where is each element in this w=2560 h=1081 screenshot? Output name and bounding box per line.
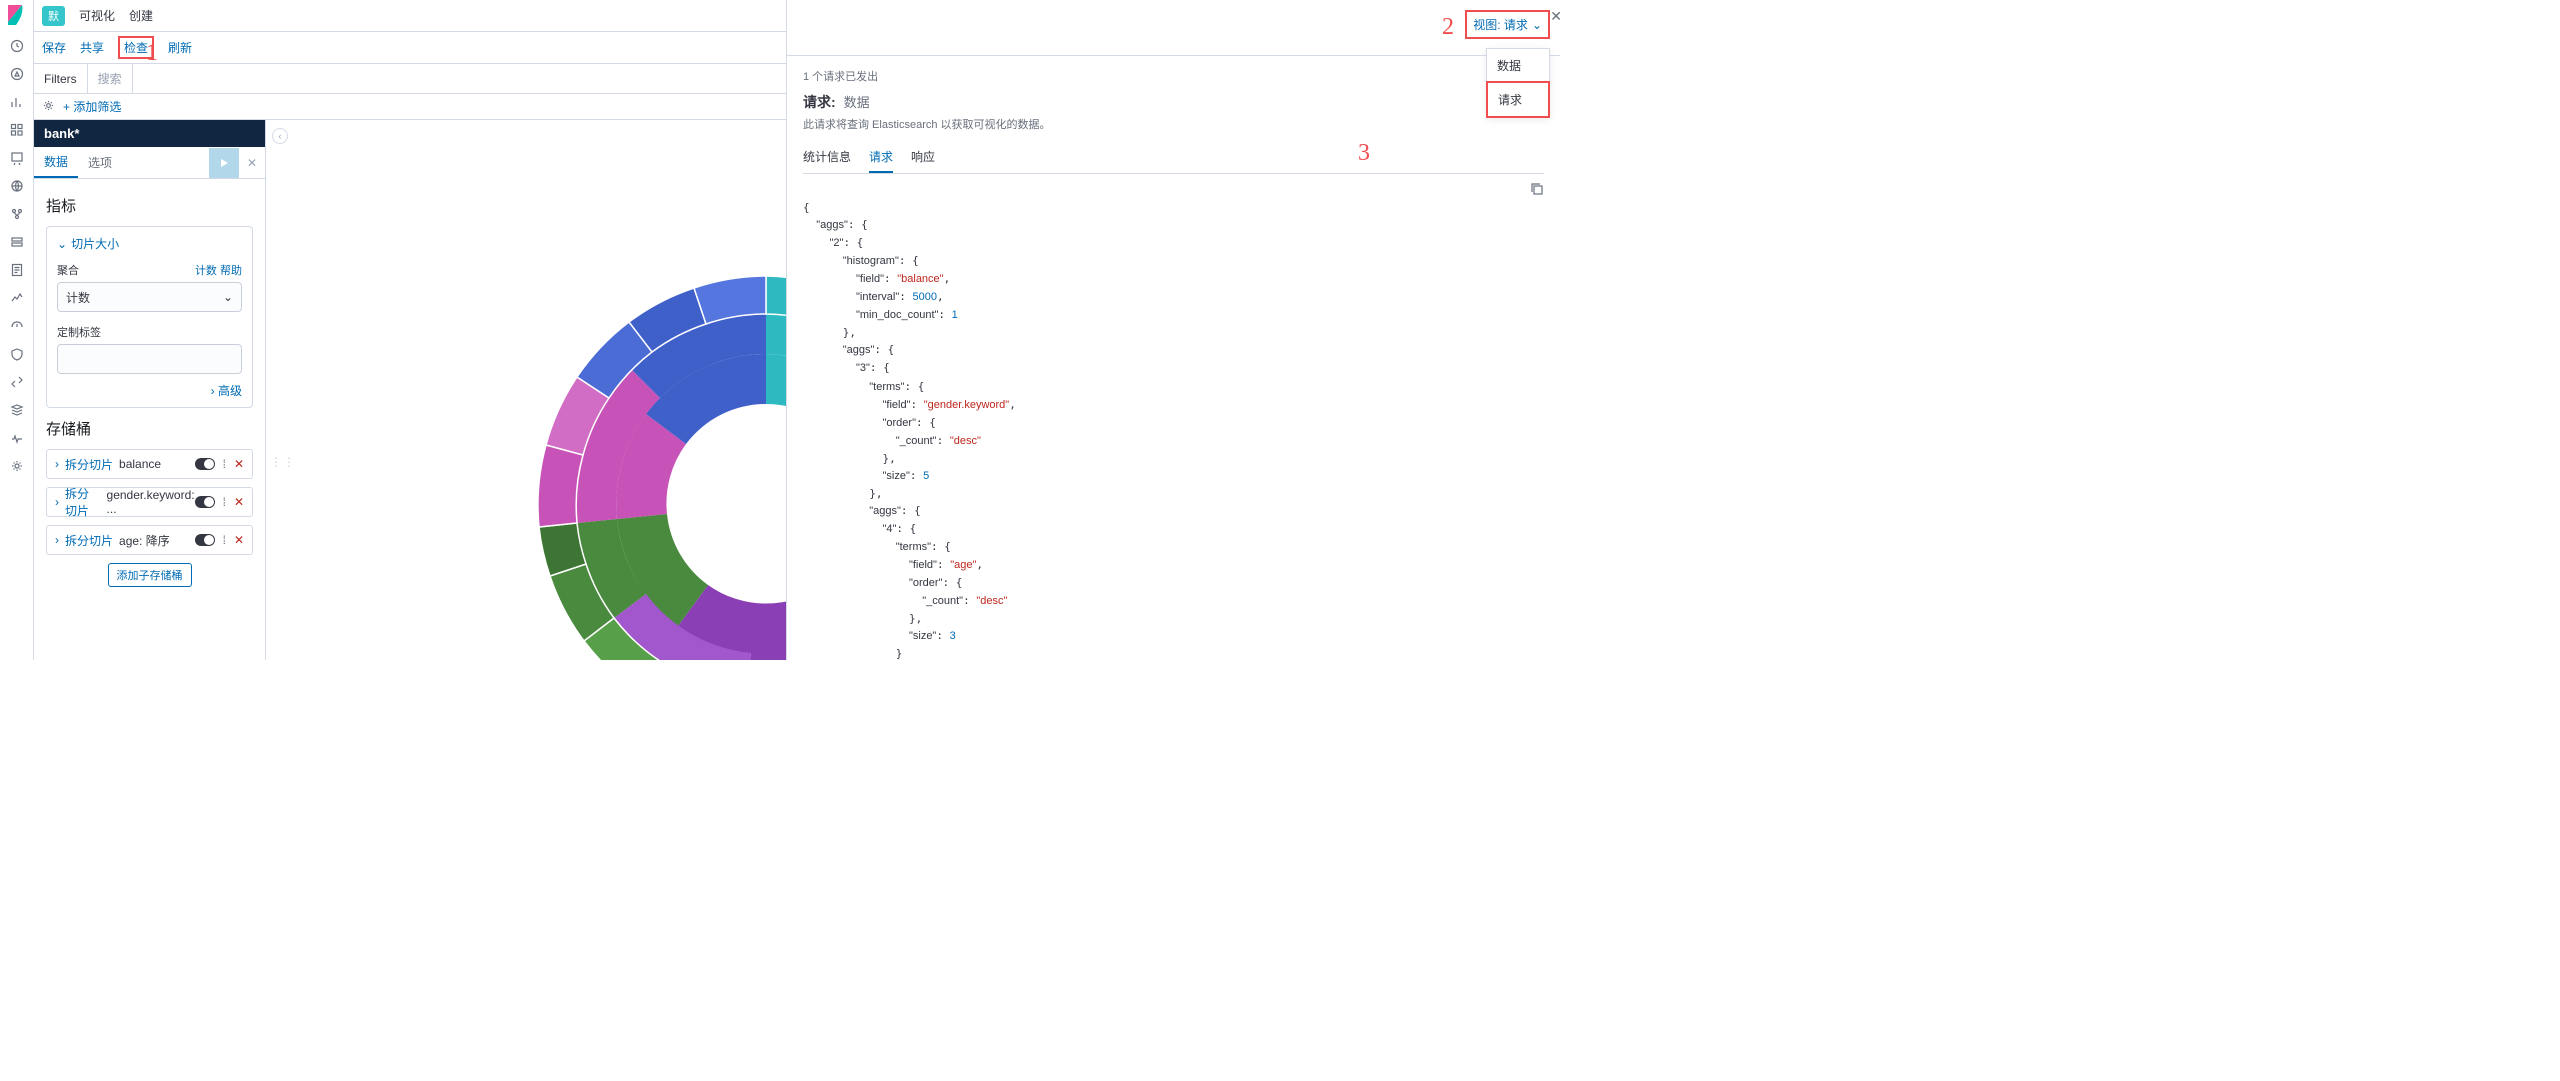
chevron-down-icon: ⌄ [223,290,233,304]
ml-icon[interactable] [9,206,25,222]
add-sub-bucket-button[interactable]: 添加子存储桶 [108,563,192,587]
bucket-toggle[interactable] [195,458,215,470]
tab-options[interactable]: 选项 [78,147,122,178]
logs-icon[interactable] [9,262,25,278]
filters-add-row: + 添加筛选 [34,94,786,120]
slice-size-toggle[interactable]: ⌄ 切片大小 [57,235,242,252]
request-description: 此请求将查询 Elasticsearch 以获取可视化的数据。 [803,116,1544,132]
discard-button[interactable]: ✕ [239,156,265,170]
chevron-down-icon: ⌄ [1532,18,1542,32]
request-json: { "aggs": { "2": { "histogram": { "field… [803,182,1544,660]
recent-icon[interactable] [9,38,25,54]
agg-select[interactable]: 计数 ⌄ [57,282,242,312]
callout-2: 2 [1442,14,1454,41]
chevron-right-icon[interactable]: › [55,533,59,547]
close-icon[interactable]: ✕ [1550,8,1562,25]
callout-1: 1 [146,40,158,67]
metrics-title: 指标 [46,195,253,216]
management-icon[interactable] [9,458,25,474]
infra-icon[interactable] [9,234,25,250]
delete-icon[interactable]: ✕ [234,457,244,471]
chevron-down-icon: ⌄ [57,237,67,251]
stack-icon[interactable] [9,402,25,418]
drag-icon[interactable]: ⁞ [223,457,226,471]
sunburst-chart [536,274,786,660]
breadcrumb-create[interactable]: 创建 [129,7,153,24]
bucket-row: ›拆分切片gender.keyword: ... ⁞✕ [46,487,253,517]
view-dropdown-menu: 数据 请求 [1486,48,1550,118]
delete-icon[interactable]: ✕ [234,495,244,509]
drag-icon[interactable]: ⁞ [223,495,226,509]
apply-button[interactable] [209,148,239,178]
save-link[interactable]: 保存 [42,39,66,56]
breadcrumb-bar: 默 可视化 创建 [34,0,786,32]
devtools-icon[interactable] [9,374,25,390]
inspector-tabs: 统计信息 请求 响应 [803,142,1544,174]
toolbar: 保存 共享 检查 刷新 1 [34,32,786,64]
menu-item-request[interactable]: 请求 [1486,81,1550,118]
chevron-right-icon[interactable]: › [55,457,59,471]
tab-response[interactable]: 响应 [911,142,935,173]
bucket-row: ›拆分切片age: 降序 ⁞✕ [46,525,253,555]
buckets-title: 存储桶 [46,418,253,439]
share-link[interactable]: 共享 [80,39,104,56]
refresh-link[interactable]: 刷新 [168,39,192,56]
discover-icon[interactable] [9,66,25,82]
custom-label-input[interactable] [57,344,242,374]
callout-3: 3 [1358,140,1370,167]
tab-stats[interactable]: 统计信息 [803,142,851,173]
custom-label-label: 定制标签 [57,324,242,340]
space-badge[interactable]: 默 [42,6,65,26]
inspector-panel: 2 视图: 请求 ⌄ ✕ 数据 请求 1 个请求已发出 请求:数据 此请求将查询… [787,0,1560,660]
chevron-right-icon[interactable]: › [55,495,59,509]
view-dropdown[interactable]: 视图: 请求 ⌄ [1465,10,1550,39]
delete-icon[interactable]: ✕ [234,533,244,547]
apm-icon[interactable] [9,290,25,306]
kibana-logo[interactable] [6,4,28,26]
gear-icon[interactable] [42,99,55,115]
visualize-icon[interactable] [9,94,25,110]
index-pattern[interactable]: bank* [34,120,265,147]
tab-request[interactable]: 请求 [869,142,893,173]
request-count: 1 个请求已发出 [803,68,1544,84]
nav-rail [0,0,34,660]
dashboard-icon[interactable] [9,122,25,138]
filters-tab[interactable]: Filters [34,64,88,93]
maps-icon[interactable] [9,178,25,194]
visualization-canvas [266,120,786,660]
canvas-icon[interactable] [9,150,25,166]
bucket-toggle[interactable] [195,496,215,508]
agg-label: 聚合 [57,262,79,278]
editor-sidebar: bank* 数据 选项 ✕ 指标 ⌄ 切片大小 [34,120,266,660]
copy-icon[interactable] [1530,182,1544,202]
search-tab[interactable]: 搜索 [88,64,133,93]
advanced-link[interactable]: › 高级 [57,382,242,399]
drag-icon[interactable]: ⁞ [223,533,226,547]
inspect-link[interactable]: 检查 [124,41,148,55]
monitoring-icon[interactable] [9,430,25,446]
metric-agg: ⌄ 切片大小 聚合 计数 帮助 计数 ⌄ 定制标签 [46,226,253,408]
filters-bar: Filters 搜索 [34,64,786,94]
bucket-toggle[interactable] [195,534,215,546]
tab-data[interactable]: 数据 [34,147,78,178]
bucket-row: ›拆分切片balance ⁞✕ [46,449,253,479]
siem-icon[interactable] [9,346,25,362]
add-filter-link[interactable]: + 添加筛选 [63,98,121,115]
menu-item-data[interactable]: 数据 [1487,49,1549,82]
agg-help-link[interactable]: 计数 帮助 [195,262,242,278]
uptime-icon[interactable] [9,318,25,334]
request-title: 请求:数据 [803,92,1544,112]
breadcrumb-visualize[interactable]: 可视化 [79,7,115,24]
